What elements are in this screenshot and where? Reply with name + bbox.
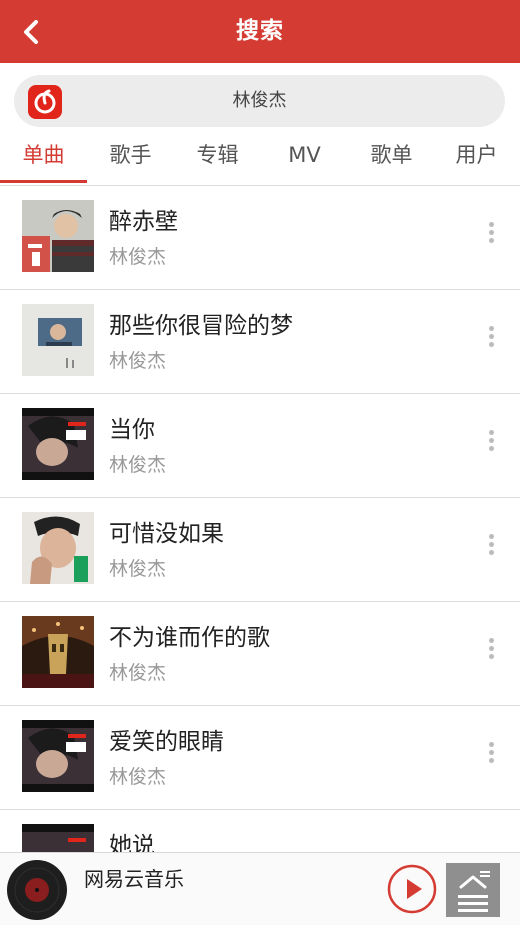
tab-artists[interactable]: 歌手 [87, 135, 174, 185]
more-vertical-icon[interactable] [484, 742, 498, 772]
list-item[interactable]: 爱笑的眼睛 林俊杰 [0, 706, 520, 810]
album-cover [22, 824, 94, 852]
album-cover [22, 720, 94, 792]
mini-player[interactable]: 网易云音乐 [0, 852, 520, 925]
tab-songs[interactable]: 单曲 [0, 135, 87, 185]
tab-active-indicator [0, 180, 87, 183]
album-cover [22, 512, 94, 584]
song-artist: 林俊杰 [109, 766, 167, 788]
more-vertical-icon[interactable] [484, 222, 498, 252]
list-item[interactable]: 当你 林俊杰 [0, 394, 520, 498]
album-cover [22, 408, 94, 480]
list-item[interactable]: 那些你很冒险的梦 林俊杰 [0, 290, 520, 394]
album-cover [22, 616, 94, 688]
search-query-text: 林俊杰 [232, 90, 287, 111]
list-item[interactable]: 可惜没如果 林俊杰 [0, 498, 520, 602]
page-title: 搜索 [236, 18, 284, 44]
more-vertical-icon[interactable] [484, 326, 498, 356]
tab-albums[interactable]: 专辑 [174, 135, 261, 185]
song-title: 可惜没如果 [109, 521, 224, 547]
play-button[interactable] [386, 863, 438, 915]
song-artist: 林俊杰 [109, 350, 167, 372]
song-artist: 林俊杰 [109, 454, 167, 476]
more-vertical-icon[interactable] [484, 638, 498, 668]
list-item[interactable]: 她说 [0, 810, 520, 852]
more-vertical-icon[interactable] [484, 534, 498, 564]
result-tabs: 单曲 歌手 专辑 MV 歌单 用户 [0, 135, 520, 186]
song-artist: 林俊杰 [109, 558, 167, 580]
more-vertical-icon[interactable] [484, 430, 498, 460]
song-artist: 林俊杰 [109, 246, 167, 268]
album-cover [22, 304, 94, 376]
search-area: 林俊杰 [0, 63, 520, 135]
song-title: 那些你很冒险的梦 [109, 313, 293, 339]
top-bar: 搜索 [0, 0, 520, 63]
tab-users[interactable]: 用户 [433, 135, 520, 185]
song-title: 醉赤壁 [109, 209, 178, 235]
song-list: 醉赤壁 林俊杰 那些你很冒险的梦 林俊杰 当你 林俊杰 可惜没如果 林俊杰 不为… [0, 186, 520, 852]
player-title: 网易云音乐 [84, 867, 184, 891]
play-icon [387, 864, 437, 914]
tab-playlists[interactable]: 歌单 [348, 135, 435, 185]
album-cover [22, 200, 94, 272]
song-title: 她说 [109, 833, 155, 852]
song-artist: 林俊杰 [109, 662, 167, 684]
list-item[interactable]: 醉赤壁 林俊杰 [0, 186, 520, 290]
vinyl-disc-icon[interactable] [6, 859, 68, 921]
playlist-button[interactable] [446, 863, 500, 917]
song-title: 当你 [109, 417, 155, 443]
list-item[interactable]: 不为谁而作的歌 林俊杰 [0, 602, 520, 706]
song-title: 爱笑的眼睛 [109, 729, 224, 755]
song-title: 不为谁而作的歌 [109, 625, 270, 651]
search-input[interactable]: 林俊杰 [14, 75, 505, 127]
tab-mv[interactable]: MV [261, 135, 348, 185]
playlist-icon [458, 871, 490, 912]
